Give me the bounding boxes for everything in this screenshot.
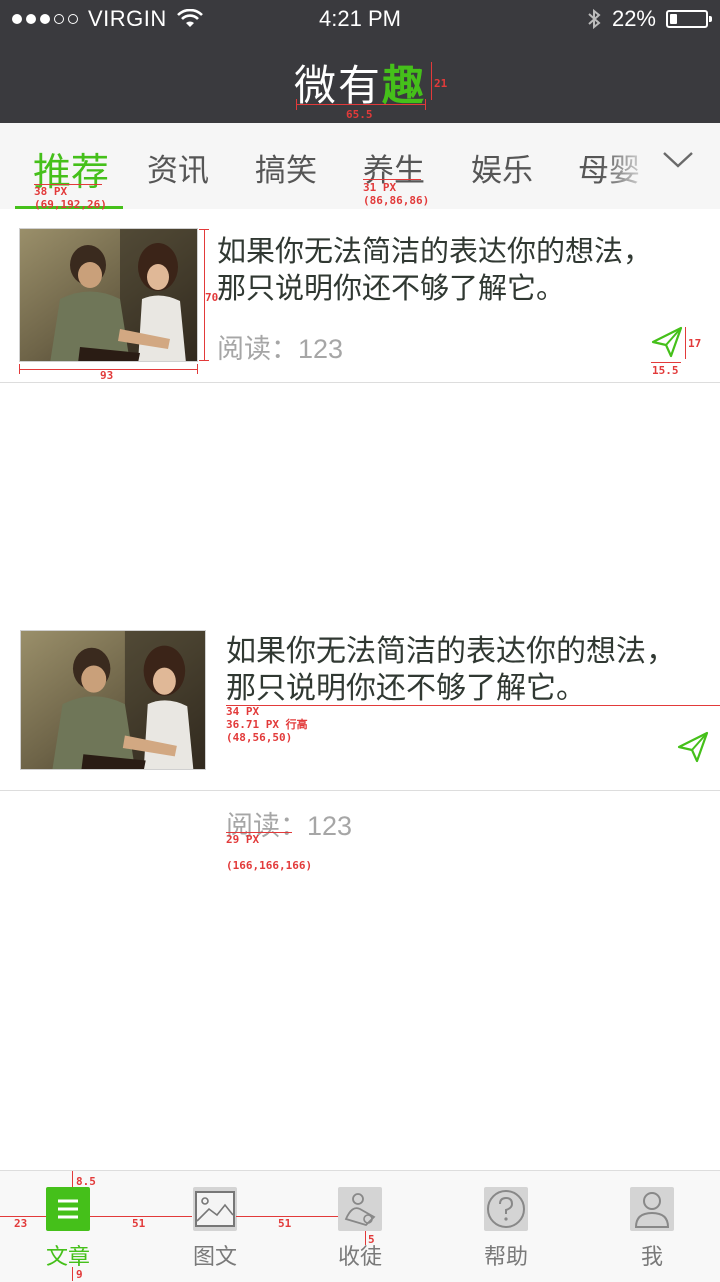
photo-image: [20, 229, 197, 361]
article-title-line: 那只说明你还不够了解它。: [217, 270, 566, 305]
nav-image-text[interactable]: 图文: [170, 1187, 260, 1271]
nav-label: 文章: [45, 1245, 90, 1270]
ann-line: [651, 362, 681, 363]
bluetooth-icon: [588, 8, 601, 30]
ann-line: [72, 1171, 73, 1187]
ann-line: [19, 364, 20, 374]
ann-nav-bottom-gap: 9: [76, 1268, 83, 1281]
article-title-line: 如果你无法简洁的表达你的想法，: [217, 234, 653, 268]
ann-reads-color: (166,166,166): [226, 859, 313, 872]
user-icon: [630, 1187, 674, 1231]
help-icon: [484, 1187, 528, 1231]
divider: [0, 790, 720, 791]
article-title-line: 那只说明你还不够了解它。: [226, 670, 586, 706]
photo-image: [21, 631, 205, 769]
ann-logo-width: 65.5: [346, 108, 373, 121]
ann-thumb-height: 70: [205, 291, 219, 304]
reads-count: 123: [307, 811, 353, 841]
battery-icon: [666, 10, 712, 28]
ann-nav-left-gap: 23: [14, 1217, 28, 1230]
ann-title-size: 34 PX: [226, 705, 260, 718]
ann-line: [226, 705, 720, 706]
article-card[interactable]: 如果你无法简洁的表达你的想法， 那只说明你还不够了解它。 阅读：123 70 9…: [0, 209, 720, 383]
tab-entertainment[interactable]: 娱乐: [471, 145, 533, 190]
nav-label: 帮助: [483, 1245, 528, 1270]
nav-label: 图文: [192, 1245, 237, 1270]
ann-share-height: 17: [688, 337, 702, 350]
tab-funny[interactable]: 搞笑: [255, 145, 317, 190]
ann-line: [199, 360, 209, 361]
share-icon[interactable]: [676, 730, 710, 764]
logo-main-text: 微有: [293, 61, 382, 110]
ann-nav-top-gap: 8.5: [76, 1175, 96, 1188]
ann-share-width: 15.5: [652, 364, 679, 377]
article-title[interactable]: 如果你无法简洁的表达你的想法， 那只说明你还不够了解它。: [217, 233, 652, 306]
status-bar: VIRGIN 4:21 PM 22%: [0, 0, 720, 38]
ann-tab-size: 31 PX: [363, 181, 397, 194]
ann-line: [296, 99, 297, 110]
ann-title-color: (48,56,50): [226, 731, 293, 744]
ann-nav-spacing-1: 51: [132, 1217, 146, 1230]
nav-apprentice[interactable]: 收徒: [315, 1187, 405, 1271]
article-title[interactable]: 如果你无法简洁的表达你的想法， 那只说明你还不够了解它。: [226, 634, 676, 707]
bottom-nav: 文章 图文 收徒 帮助 我 23 51 51 8.5 5 9: [0, 1170, 720, 1282]
ann-reads-size: 29 PX: [226, 833, 260, 846]
chevron-down-icon[interactable]: [662, 151, 694, 169]
ann-line: [199, 229, 209, 230]
ann-line: [365, 1231, 366, 1245]
tabs-fade: [600, 123, 720, 209]
ann-line: [431, 62, 432, 100]
ann-tab-color: (86,86,86): [363, 194, 430, 207]
share-icon[interactable]: [650, 325, 684, 359]
logo-accent-text: 趣: [382, 61, 427, 110]
top-bar: VIRGIN 4:21 PM 22% 微有趣 65.5 21: [0, 0, 720, 123]
tab-news[interactable]: 资讯: [147, 145, 209, 190]
article-thumbnail: [20, 630, 206, 770]
status-right: 22%: [586, 6, 712, 32]
image-icon: [193, 1187, 237, 1231]
apprentice-icon: [338, 1187, 382, 1231]
ann-title-lineheight: 36.71 PX 行高: [226, 718, 308, 731]
ann-nav-icon-gap: 5: [368, 1233, 375, 1246]
ann-tab-active-size: 38 PX: [34, 185, 68, 198]
article-reads: 阅读：123: [217, 327, 343, 366]
nav-label: 收徒: [337, 1245, 382, 1270]
ann-line: [197, 364, 198, 374]
nav-help[interactable]: 帮助: [461, 1187, 551, 1271]
article-title-line: 如果你无法简洁的表达你的想法，: [226, 634, 676, 669]
ann-line: [296, 104, 426, 105]
list-icon: [46, 1187, 90, 1231]
reads-count: 123: [298, 334, 344, 364]
nav-me[interactable]: 我: [607, 1187, 697, 1271]
ann-thumb-width: 93: [100, 369, 114, 382]
category-tabs: 推荐 资讯 搞笑 养生 娱乐 母婴 38 PX (69,192,26) 31 P…: [0, 123, 720, 211]
ann-line: [72, 1267, 73, 1281]
ann-line: [363, 179, 421, 180]
article-thumbnail: [19, 228, 198, 362]
ann-line: [425, 99, 426, 110]
battery-percent: 22%: [611, 6, 656, 31]
ann-nav-spacing-2: 51: [278, 1217, 292, 1230]
ann-line: [685, 327, 686, 359]
article-card[interactable]: 如果你无法简洁的表达你的想法， 那只说明你还不够了解它。 34 PX 36.71…: [0, 610, 720, 790]
ann-logo-height: 21: [434, 77, 448, 90]
nav-label: 我: [640, 1245, 663, 1270]
nav-articles[interactable]: 文章: [23, 1187, 113, 1271]
divider: [0, 382, 720, 383]
reads-label: 阅读：: [217, 334, 298, 364]
